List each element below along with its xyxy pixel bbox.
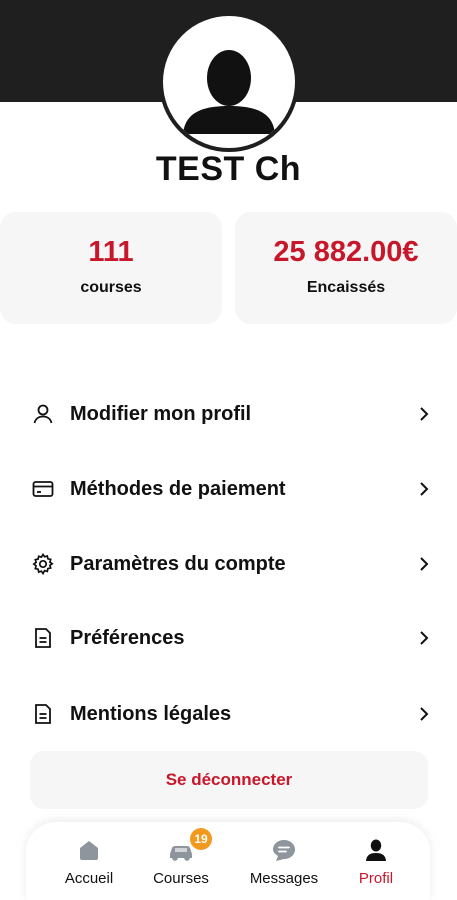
profile-name: TEST Ch xyxy=(155,150,302,188)
person-icon xyxy=(362,836,390,864)
tab-label: Courses xyxy=(153,870,209,887)
tab-label: Profil xyxy=(358,870,394,887)
chevron-right-icon xyxy=(417,554,431,574)
menu-item-payment-methods[interactable]: Méthodes de paiement xyxy=(0,459,457,519)
chat-icon xyxy=(270,836,298,864)
stat-courses-label: courses xyxy=(80,279,142,296)
tab-courses[interactable]: 19 Courses xyxy=(136,822,226,900)
person-silhouette-icon xyxy=(183,50,275,134)
menu-item-label: Mentions légales xyxy=(70,702,232,725)
chevron-right-icon xyxy=(417,628,431,648)
chevron-right-icon xyxy=(417,704,431,724)
credit-card-icon xyxy=(30,476,56,502)
tab-messages[interactable]: Messages xyxy=(239,822,329,900)
bottom-tab-bar: Accueil 19 Courses Messages Profil xyxy=(26,822,430,900)
courses-count-badge: 19 xyxy=(190,828,212,850)
document-icon xyxy=(30,625,56,651)
menu-item-label: Méthodes de paiement xyxy=(70,477,286,500)
user-icon xyxy=(30,401,56,427)
tab-label: Accueil xyxy=(64,870,114,887)
stat-encaisses-value: 25 882.00€ xyxy=(273,236,419,268)
tab-accueil[interactable]: Accueil xyxy=(44,822,134,900)
menu-item-account-settings[interactable]: Paramètres du compte xyxy=(0,534,457,594)
stat-card-encaisses: 25 882.00€ Encaissés xyxy=(235,212,457,324)
logout-button[interactable]: Se déconnecter xyxy=(30,751,428,809)
stat-courses-value: 111 xyxy=(88,236,134,268)
stat-card-courses: 111 courses xyxy=(0,212,222,324)
chevron-right-icon xyxy=(417,404,431,424)
menu-item-label: Modifier mon profil xyxy=(70,402,252,425)
menu-item-edit-profile[interactable]: Modifier mon profil xyxy=(0,384,457,444)
menu-item-preferences[interactable]: Préférences xyxy=(0,608,457,668)
tab-profil[interactable]: Profil xyxy=(331,822,421,900)
document-icon xyxy=(30,701,56,727)
menu-item-legal-notices[interactable]: Mentions légales xyxy=(0,684,457,744)
chevron-right-icon xyxy=(417,479,431,499)
menu-item-label: Paramètres du compte xyxy=(70,552,286,575)
stat-encaisses-label: Encaissés xyxy=(306,279,386,296)
home-icon xyxy=(75,836,103,864)
gear-icon xyxy=(30,551,56,577)
menu-item-label: Préférences xyxy=(70,626,185,649)
tab-label: Messages xyxy=(249,870,319,887)
avatar[interactable] xyxy=(159,12,299,152)
